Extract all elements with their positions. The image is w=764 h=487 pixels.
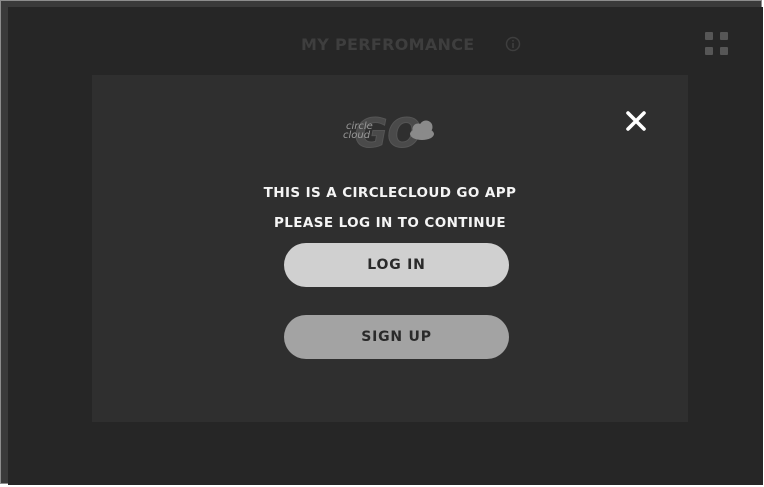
signup-button[interactable]: SIGN UP — [284, 315, 509, 359]
grid-icon-cell — [720, 32, 728, 40]
logo-text-line2: cloud — [343, 130, 371, 141]
app-window: MY PERFROMANCE GO circle cloud THIS IS A… — [0, 0, 763, 485]
circlecloud-go-logo: GO circle cloud — [343, 111, 434, 152]
message-line-1: THIS IS A CIRCLECLOUD GO APP — [263, 185, 517, 201]
grid-icon[interactable] — [705, 32, 731, 58]
grid-icon-cell — [720, 47, 728, 55]
info-icon[interactable] — [505, 36, 521, 52]
close-icon[interactable] — [623, 108, 649, 134]
login-button[interactable]: LOG IN — [284, 243, 509, 287]
app-screen: MY PERFROMANCE GO circle cloud THIS IS A… — [8, 7, 763, 485]
message-line-2: PLEASE LOG IN TO CONTINUE — [274, 215, 506, 231]
login-modal: GO circle cloud THIS IS A CIRCLECLOUD GO… — [92, 75, 688, 422]
login-button-label: LOG IN — [367, 257, 426, 273]
page-title: MY PERFROMANCE — [301, 35, 475, 54]
grid-icon-cell — [705, 47, 713, 55]
grid-icon-cell — [705, 32, 713, 40]
signup-button-label: SIGN UP — [361, 329, 432, 345]
